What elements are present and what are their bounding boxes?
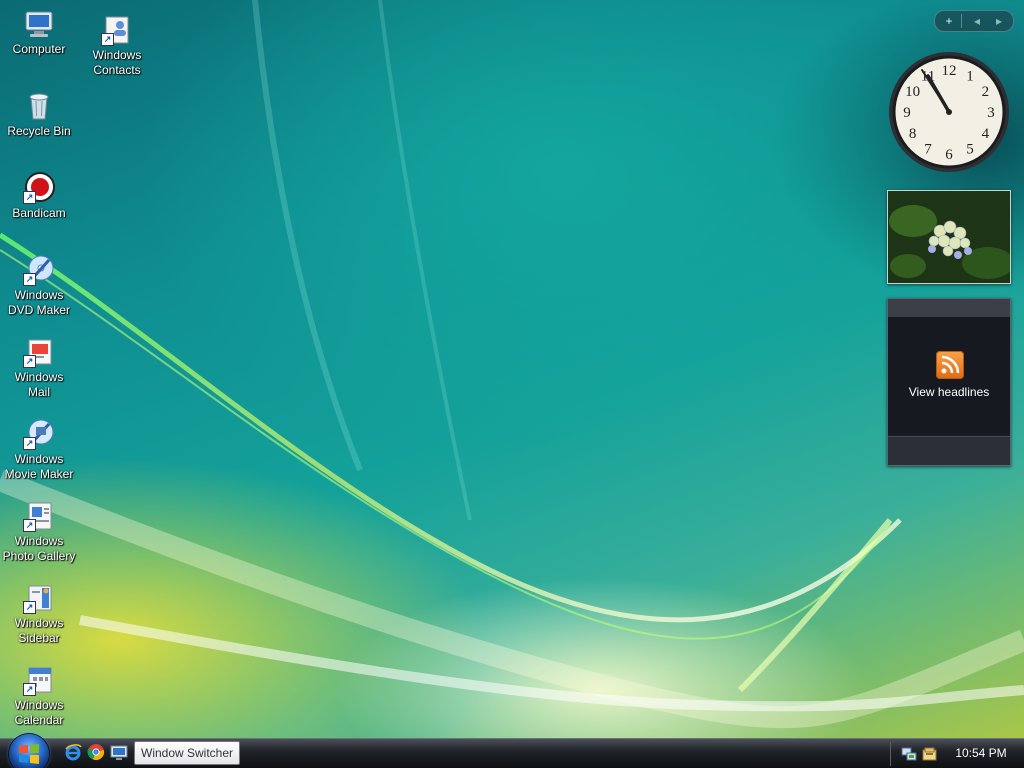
sidebar-icon: ↗ [23,582,55,614]
clock-numeral: 12 [942,63,957,79]
window-switcher-tooltip: Window Switcher [134,741,241,765]
shortcut-arrow-icon: ↗ [101,33,114,46]
clock-numeral: 10 [905,84,920,100]
shortcut-arrow-icon: ↗ [23,683,36,696]
shortcut-arrow-icon: ↗ [23,519,36,532]
desktop-icon-windows-mail[interactable]: ↗ Windows Mail [0,336,78,400]
chrome-icon[interactable] [87,743,105,761]
sidebar-controls: + ◂ ▸ [934,10,1014,32]
shortcut-arrow-icon: ↗ [23,191,36,204]
volume-icon[interactable] [922,746,938,762]
contacts-icon: ↗ [101,14,133,46]
desktop-icon-label: Computer [12,42,66,56]
show-desktop-icon[interactable] [110,743,128,761]
dvd-maker-icon: ↗ [23,254,55,286]
clock-time[interactable]: 10:54 PM [946,739,1016,768]
feed-footer [888,436,1010,465]
wallpaper [0,0,1024,729]
desktop-icon-windows-photo-gallery[interactable]: ↗ Windows Photo Gallery [0,500,78,564]
windows-logo-icon [19,744,39,764]
clock-numeral: 2 [982,84,990,100]
clock-numeral: 7 [924,141,932,157]
desktop-icon-label: Windows DVD Maker [7,288,70,317]
desktop-icon-label: Bandicam [12,206,66,220]
desktop-icon-windows-dvd-maker[interactable]: ↗ Windows DVD Maker [0,254,78,318]
shortcut-arrow-icon: ↗ [23,601,36,614]
view-headlines-link[interactable]: View headlines [888,385,1010,399]
bandicam-icon: ↗ [23,172,55,204]
desktop-icon-label: Windows Sidebar [14,616,64,645]
calendar-icon: ↗ [23,664,55,696]
desktop-icon-label: Recycle Bin [7,124,71,138]
slideshow-gadget[interactable] [887,190,1011,284]
clock-numeral: 1 [966,69,974,85]
shortcut-arrow-icon: ↗ [23,273,36,286]
feed-header [888,299,1010,317]
hydrangea-photo [888,191,1010,283]
rss-icon [936,351,964,379]
desktop-icon-computer[interactable]: Computer [0,8,78,57]
mail-icon: ↗ [23,336,55,368]
desktop-icon-label: Windows Calendar [14,698,64,727]
start-button[interactable] [9,734,49,768]
desktop-icon-bandicam[interactable]: ↗ Bandicam [0,172,78,221]
clock-gadget[interactable]: 121234567891011 [887,50,1011,174]
recycle-bin-icon [23,90,55,122]
clock-numeral: 6 [945,147,953,163]
photo-gallery-icon: ↗ [23,500,55,532]
desktop-icon-windows-movie-maker[interactable]: ↗ Windows Movie Maker [0,418,78,482]
tray-divider [890,742,891,766]
desktop-icon-label: Windows Photo Gallery [2,534,76,563]
clock-numeral: 5 [966,141,974,157]
previous-page-button[interactable]: ◂ [965,12,989,30]
clock-numeral: 3 [987,105,995,121]
desktop-icon-label: Windows Movie Maker [4,452,74,481]
clock-numeral: 4 [982,126,990,142]
clock-numeral: 9 [903,105,911,121]
network-icon[interactable] [901,746,917,762]
desktop-icon-windows-sidebar[interactable]: ↗ Windows Sidebar [0,582,78,646]
desktop-icon-recycle-bin[interactable]: Recycle Bin [0,90,78,139]
clock-face: 121234567891011 [889,52,1009,172]
shortcut-arrow-icon: ↗ [23,437,36,450]
desktop-icon-label: Windows Contacts [92,48,142,77]
desktop-icon-windows-contacts[interactable]: ↗ Windows Contacts [78,14,156,78]
next-page-button[interactable]: ▸ [987,12,1011,30]
shortcut-arrow-icon: ↗ [23,355,36,368]
desktop: Computer ↗ Windows Contacts Recycle Bin … [0,0,1024,738]
internet-explorer-icon[interactable] [64,743,82,761]
notification-area: 10:54 PM [890,739,1024,768]
clock-numeral: 8 [909,126,917,142]
desktop-icon-windows-calendar[interactable]: ↗ Windows Calendar [0,664,78,728]
feed-headlines-gadget[interactable]: View headlines [887,298,1011,466]
movie-maker-icon: ↗ [23,418,55,450]
add-gadget-button[interactable]: + [937,12,961,30]
desktop-icon-label: Windows Mail [14,370,64,399]
computer-icon [23,8,55,40]
sidebar-controls-divider [961,14,962,28]
